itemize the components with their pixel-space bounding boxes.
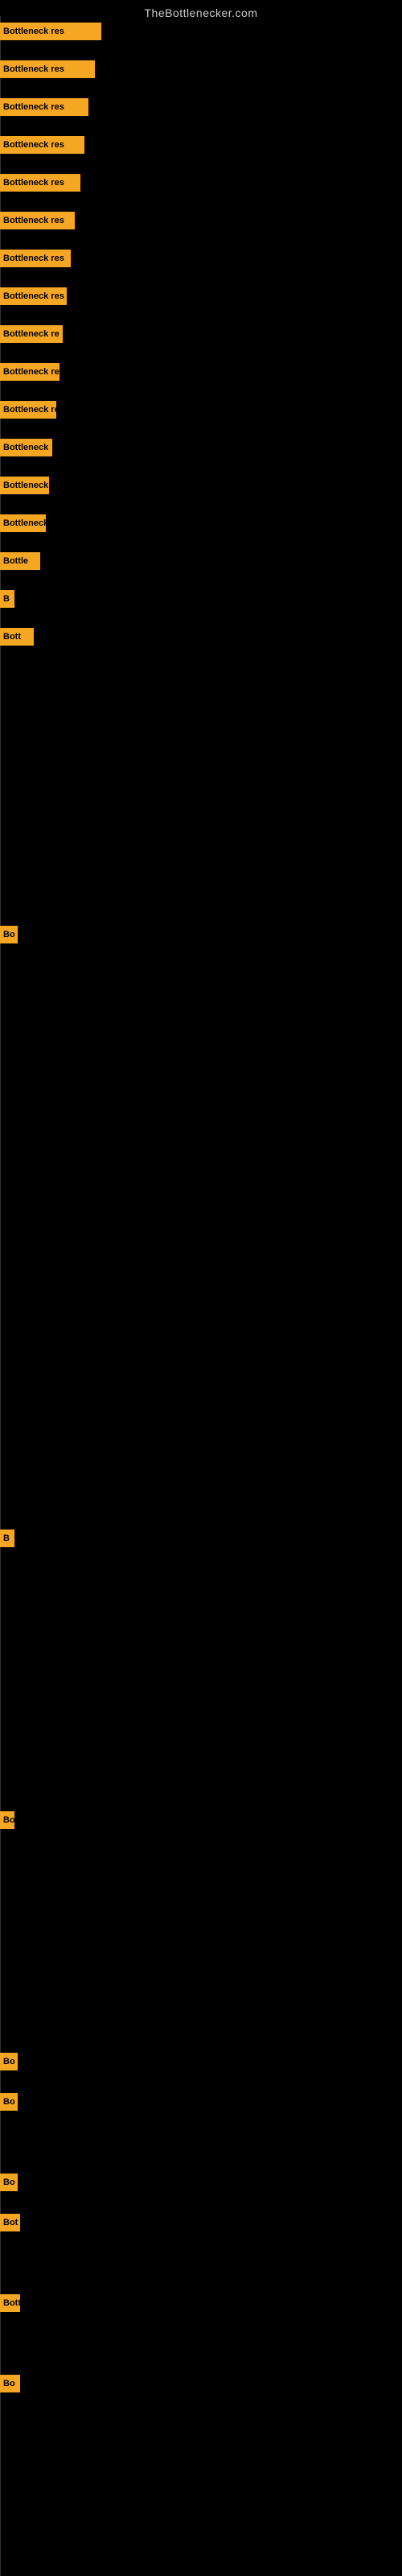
bottleneck-bar[interactable]: B [0, 590, 14, 608]
bottleneck-bar[interactable]: Bottleneck res [0, 287, 67, 305]
bottleneck-bar[interactable]: Bottleneck res [0, 136, 84, 154]
bottleneck-bar[interactable]: Bott [0, 628, 34, 646]
bottleneck-bar[interactable]: Bottleneck re [0, 401, 56, 419]
bottleneck-bar[interactable]: Bottleneck [0, 439, 52, 456]
bottleneck-bar[interactable]: Bottleneck re [0, 325, 63, 343]
chart-area: TheBottlenecker.com Bottleneck res Bottle… [0, 0, 402, 2576]
bottleneck-bar[interactable]: Bot [0, 2214, 20, 2231]
bottleneck-bar[interactable]: Bott [0, 2294, 20, 2312]
bottleneck-bar[interactable]: Bo [0, 2093, 18, 2111]
bottleneck-bar[interactable]: Bottleneck res [0, 23, 101, 40]
axis-line [0, 16, 1, 2576]
bottleneck-bar[interactable]: B [0, 1530, 14, 1547]
bottleneck-bar[interactable]: Bottleneck res [0, 98, 88, 116]
bottleneck-bar[interactable]: Bottleneck res [0, 174, 80, 192]
bottleneck-bar[interactable]: Bottleneck [0, 514, 46, 532]
bottleneck-bar[interactable]: Bottleneck res [0, 212, 75, 229]
bottleneck-bar[interactable]: Bottleneck res [0, 250, 71, 267]
bottleneck-bar[interactable]: Bo [0, 2053, 18, 2070]
bottleneck-bar[interactable]: Bottle [0, 552, 40, 570]
bottleneck-bar[interactable]: Bottleneck re [0, 363, 59, 381]
bottleneck-bar[interactable]: Bo [0, 926, 18, 943]
bottleneck-bar[interactable]: Bo [0, 2174, 18, 2191]
site-title: TheBottlenecker.com [0, 0, 402, 23]
bottleneck-bar[interactable]: Bo [0, 1811, 14, 1829]
bottleneck-bar[interactable]: Bo [0, 2375, 20, 2392]
bottleneck-bar[interactable]: Bottleneck c [0, 477, 49, 494]
bottleneck-bar[interactable]: Bottleneck res [0, 60, 95, 78]
